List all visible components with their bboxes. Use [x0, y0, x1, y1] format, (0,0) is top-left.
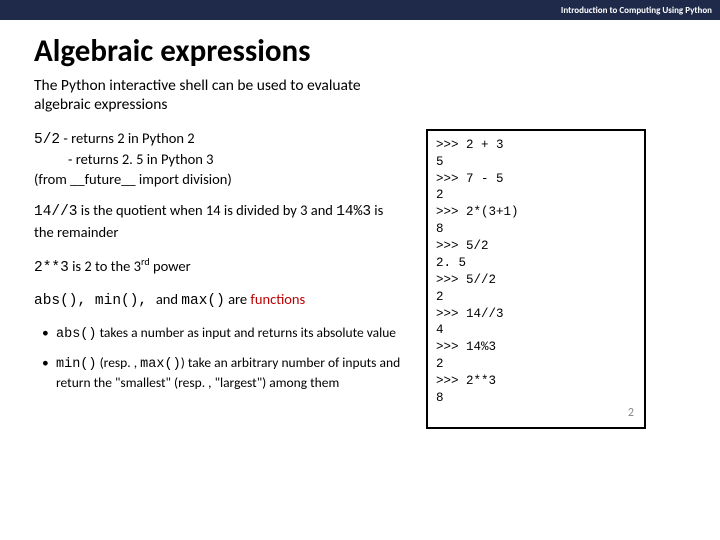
funcs-codes: abs(), min(), [34, 293, 156, 309]
bullet1-text: takes a number as input and returns its … [97, 324, 397, 341]
floordiv-code2: 14%3 [336, 204, 371, 220]
course-label: Introduction to Computing Using Python [561, 5, 712, 16]
functions-paragraph: abs(), min(), and max() are functions [34, 290, 404, 312]
left-column: 5/2 - returns 2 in Python 2 - returns 2.… [34, 129, 404, 429]
bullet1-code: abs() [56, 327, 97, 342]
floordiv-code1: 14//3 [34, 204, 78, 220]
pow-code: 2**3 [34, 259, 69, 275]
python-shell-box: >>> 2 + 3 5 >>> 7 - 5 2 >>> 2*(3+1) 8 >>… [426, 129, 646, 429]
funcs-and: and [156, 290, 181, 308]
div-line3: (from __future__ import division) [34, 170, 232, 188]
slide-title: Algebraic expressions [34, 32, 686, 70]
pow-text: is 2 to the 3 [69, 256, 141, 274]
pow-tail: power [150, 256, 191, 274]
shell-lines: >>> 2 + 3 5 >>> 7 - 5 2 >>> 2*(3+1) 8 >>… [436, 138, 519, 405]
content-columns: 5/2 - returns 2 in Python 2 - returns 2.… [34, 129, 686, 429]
div-line2: - returns 2. 5 in Python 3 [34, 150, 404, 170]
floordiv-paragraph: 14//3 is the quotient when 14 is divided… [34, 201, 404, 242]
bullet-list: abs() takes a number as input and return… [34, 324, 404, 393]
bullet-minmax: min() (resp. , max()) take an arbitrary … [56, 354, 404, 392]
funcs-max: max() [181, 293, 225, 309]
bullet2-mid: (resp. , [97, 354, 141, 371]
funcs-word: functions [250, 290, 305, 308]
slide-body: Algebraic expressions The Python interac… [0, 20, 720, 540]
page-number: 2 [628, 405, 634, 421]
bullet2-code2: max() [140, 357, 181, 372]
power-paragraph: 2**3 is 2 to the 3rd power [34, 255, 404, 278]
division-paragraph: 5/2 - returns 2 in Python 2 - returns 2.… [34, 129, 404, 190]
div-line1: - returns 2 in Python 2 [60, 129, 195, 147]
bullet-abs: abs() takes a number as input and return… [56, 324, 404, 344]
pow-sup: rd [141, 255, 150, 268]
slide-subtitle: The Python interactive shell can be used… [34, 76, 374, 115]
right-column: >>> 2 + 3 5 >>> 7 - 5 2 >>> 2*(3+1) 8 >>… [426, 129, 646, 429]
header-bar: Introduction to Computing Using Python [0, 0, 720, 20]
funcs-are: are [225, 290, 251, 308]
div-expr: 5/2 [34, 132, 60, 148]
floordiv-text1: is the quotient when 14 is divided by 3 … [78, 201, 337, 219]
bullet2-code1: min() [56, 357, 97, 372]
